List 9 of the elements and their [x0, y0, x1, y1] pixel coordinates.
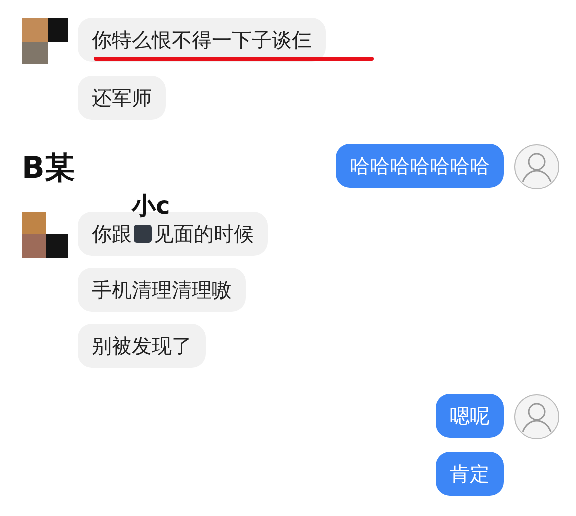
message-bubble: 别被发现了	[78, 324, 206, 368]
message-bubble: 手机清理清理嗷	[78, 268, 246, 312]
annotation-label: B某	[22, 150, 75, 188]
redaction-mark	[134, 225, 152, 243]
message-bubble: 哈哈哈哈哈哈哈	[336, 144, 504, 188]
message-bubble: 你特么恨不得一下子谈仨	[78, 18, 326, 62]
message-bubble: 嗯呢	[436, 394, 504, 438]
message-bubble: 还军师	[78, 76, 166, 120]
message-bubble: 肯定	[436, 452, 504, 496]
